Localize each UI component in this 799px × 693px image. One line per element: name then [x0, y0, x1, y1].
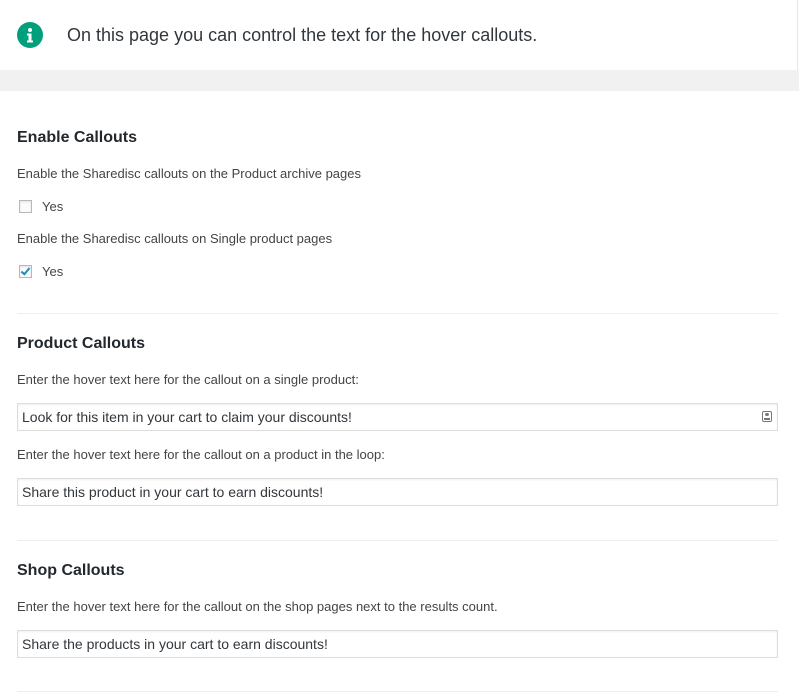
info-icon	[17, 22, 43, 48]
shop-hover-description: Enter the hover text here for the callou…	[17, 599, 498, 614]
shop-callouts-title: Shop Callouts	[17, 562, 125, 579]
enable-callouts-title: Enable Callouts	[17, 129, 138, 146]
archive-callouts-description: Enable the Sharedisc callouts on the Pro…	[17, 166, 361, 181]
shop-hover-input[interactable]: Share the products in your cart to earn …	[17, 630, 778, 658]
product-callouts-title: Product Callouts	[17, 335, 146, 352]
single-product-hover-value: Look for this item in your cart to claim…	[22, 409, 352, 425]
section-divider	[17, 313, 778, 314]
single-callouts-checkbox-row[interactable]: Yes	[17, 263, 63, 279]
section-divider	[17, 691, 778, 692]
info-notice: On this page you can control the text fo…	[0, 0, 798, 70]
single-product-hover-description: Enter the hover text here for the callou…	[17, 372, 359, 387]
section-divider	[17, 540, 778, 541]
notice-text: On this page you can control the text fo…	[67, 25, 538, 45]
loop-product-hover-input[interactable]: Share this product in your cart to earn …	[17, 478, 778, 506]
archive-callouts-checkbox-label[interactable]: Yes	[42, 199, 63, 214]
notice-separator	[0, 70, 799, 91]
loop-product-hover-description: Enter the hover text here for the callou…	[17, 447, 385, 462]
loop-product-hover-value: Share this product in your cart to earn …	[22, 484, 324, 500]
archive-callouts-checkbox[interactable]	[19, 199, 32, 213]
single-callouts-checkbox-label[interactable]: Yes	[42, 264, 63, 279]
archive-callouts-checkbox-row[interactable]: Yes	[17, 198, 63, 214]
shop-hover-value: Share the products in your cart to earn …	[22, 636, 328, 652]
single-product-hover-input[interactable]: Look for this item in your cart to claim…	[17, 403, 778, 431]
single-callouts-description: Enable the Sharedisc callouts on Single …	[17, 231, 333, 246]
single-callouts-checkbox[interactable]	[19, 264, 32, 278]
contact-card-icon[interactable]	[762, 411, 772, 422]
